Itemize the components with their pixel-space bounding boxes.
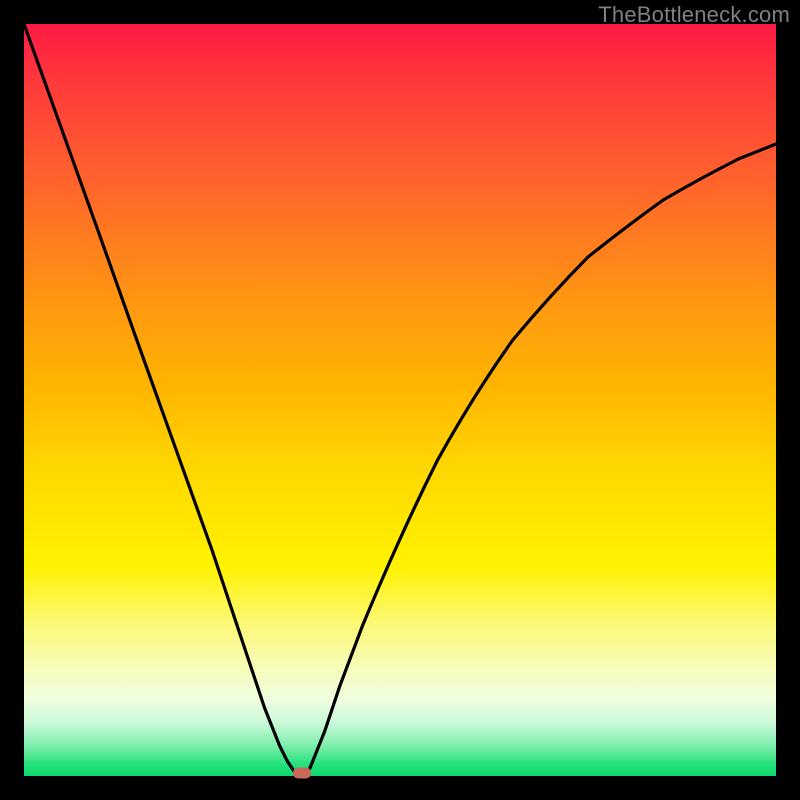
bottleneck-curve <box>24 24 776 776</box>
plot-area <box>24 24 776 776</box>
curve-path <box>24 24 776 776</box>
watermark: TheBottleneck.com <box>598 2 790 28</box>
optimum-marker <box>293 768 311 779</box>
